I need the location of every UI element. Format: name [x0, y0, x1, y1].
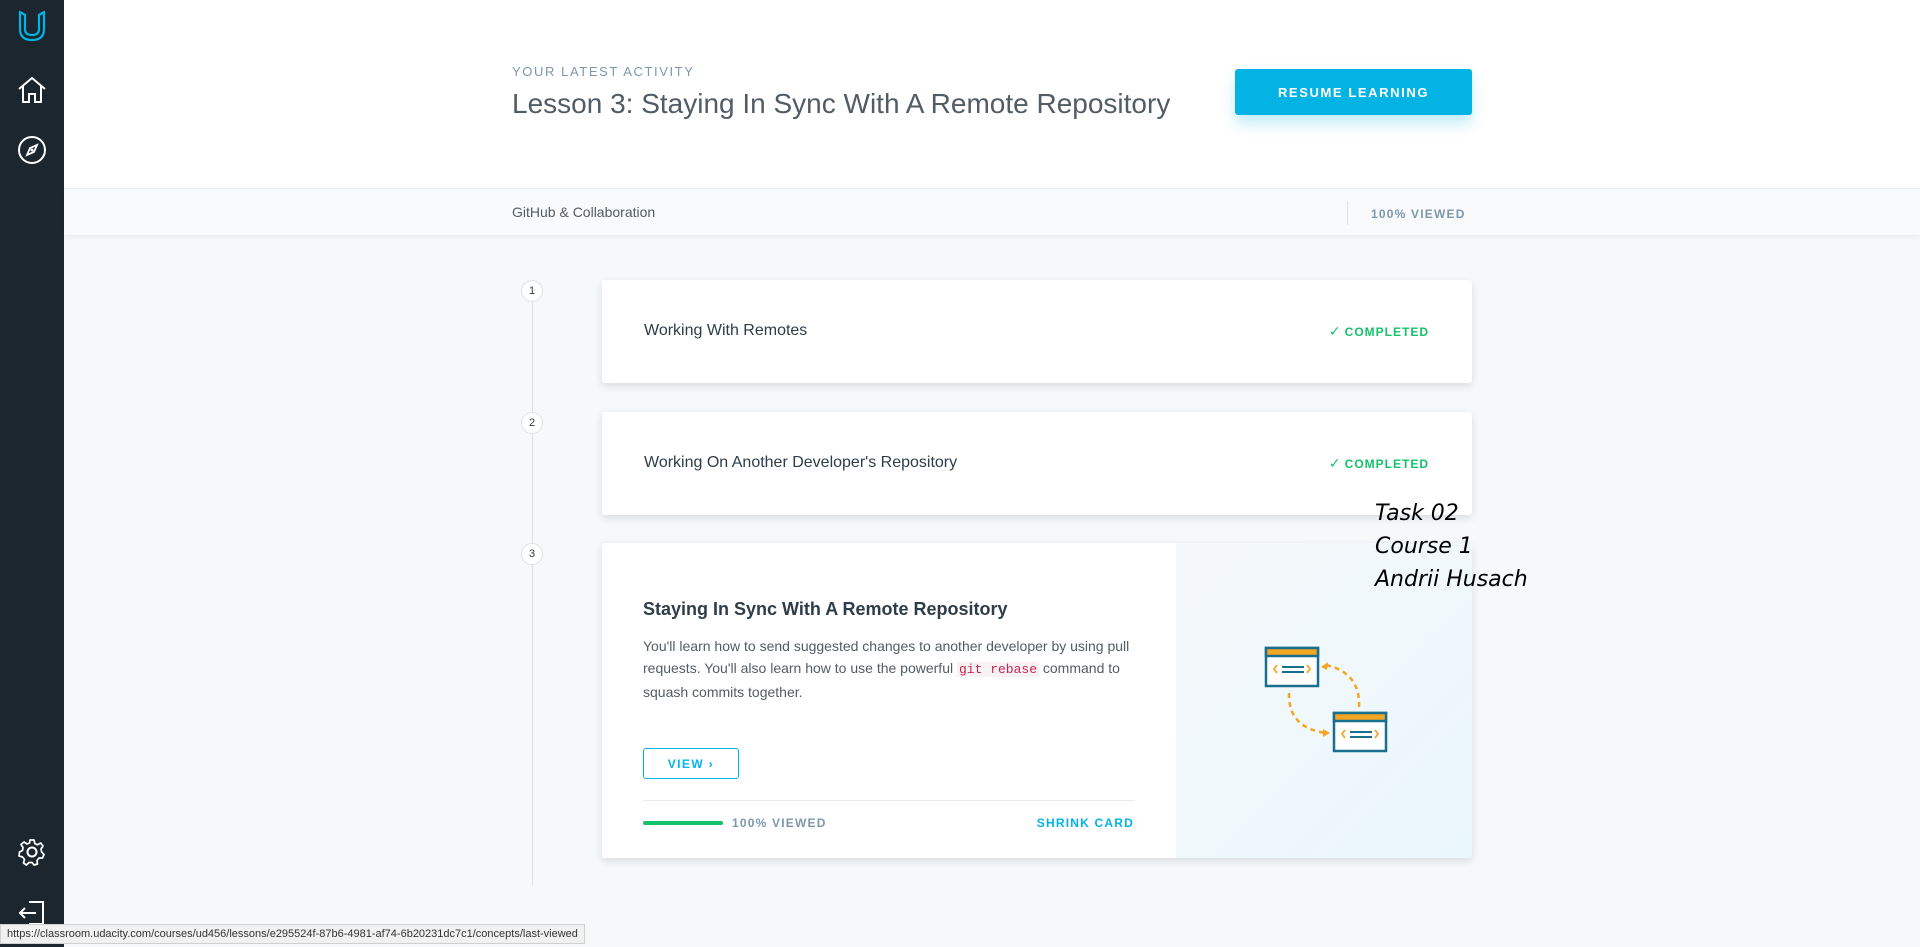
subbar-divider	[1347, 201, 1348, 225]
home-icon[interactable]	[14, 72, 50, 108]
card-content: Staying In Sync With A Remote Repository…	[602, 543, 1176, 858]
resume-learning-button[interactable]: RESUME LEARNING	[1235, 69, 1472, 115]
shrink-card-button[interactable]: SHRINK CARD	[1037, 816, 1134, 830]
progress-fill	[643, 821, 723, 825]
course-subbar: GitHub & Collaboration 100% VIEWED	[64, 188, 1920, 236]
annotation-line: Andrii Husach	[1375, 567, 1528, 592]
annotation-line: Task 02	[1375, 501, 1459, 526]
concept-title: Working With Remotes	[644, 322, 808, 339]
lesson-title: Lesson 3: Staying In Sync With A Remote …	[512, 88, 1171, 119]
annotation-line: Course 1	[1375, 534, 1473, 559]
gear-icon[interactable]	[14, 834, 50, 870]
concept-card[interactable]: Working On Another Developer's Repositor…	[602, 412, 1472, 515]
timeline-line	[532, 292, 533, 886]
expanded-concept-card: Staying In Sync With A Remote Repository…	[602, 543, 1472, 858]
view-label: VIEW	[667, 756, 705, 771]
checkmark-icon: ✓	[1328, 455, 1342, 471]
user-annotation: Task 02 Course 1 Andrii Husach	[1375, 497, 1528, 596]
step-number: 3	[521, 543, 543, 565]
completed-status: ✓ COMPLETED	[1329, 455, 1429, 472]
compass-icon[interactable]	[14, 132, 50, 168]
course-name: GitHub & Collaboration	[512, 204, 656, 220]
progress-label: 100% VIEWED	[732, 816, 827, 830]
latest-activity-header: YOUR LATEST ACTIVITY Lesson 3: Staying I…	[64, 0, 1920, 188]
step-number: 1	[521, 280, 543, 302]
concept-title: Working On Another Developer's Repositor…	[644, 454, 958, 471]
card-divider	[643, 800, 1135, 801]
browser-status-url: https://classroom.udacity.com/courses/ud…	[0, 924, 585, 944]
chevron-right-icon: ›	[708, 756, 715, 771]
udacity-logo-icon[interactable]	[14, 8, 50, 44]
activity-label: YOUR LATEST ACTIVITY	[512, 64, 695, 79]
lesson-viewed-status: 100% VIEWED	[1371, 207, 1466, 221]
code-snippet: git rebase	[956, 662, 1039, 677]
step-number: 2	[521, 412, 543, 434]
sidebar	[0, 0, 64, 947]
concept-card[interactable]: Working With Remotes ✓ COMPLETED	[602, 280, 1472, 383]
checkmark-icon: ✓	[1328, 323, 1342, 339]
completed-label: COMPLETED	[1344, 456, 1429, 471]
concept-description: You'll learn how to send suggested chang…	[643, 635, 1143, 703]
completed-label: COMPLETED	[1344, 324, 1429, 339]
completed-status: ✓ COMPLETED	[1329, 323, 1429, 340]
concept-title: Staying In Sync With A Remote Repository	[643, 599, 1008, 619]
view-button[interactable]: VIEW ›	[643, 748, 739, 779]
progress-bar	[643, 821, 723, 825]
